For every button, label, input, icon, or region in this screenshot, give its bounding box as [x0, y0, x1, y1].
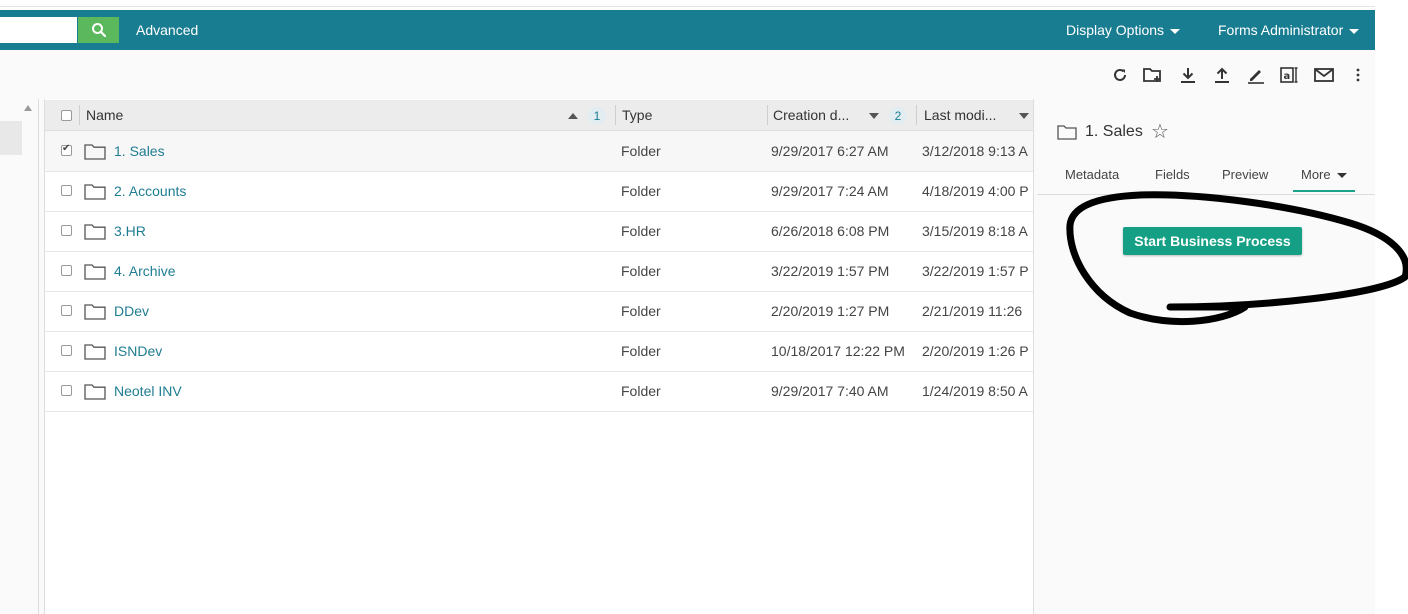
- search-icon: [91, 23, 106, 38]
- row-creation-date: 9/29/2017 6:27 AM: [771, 143, 889, 159]
- row-name-link[interactable]: 1. Sales: [114, 131, 165, 171]
- table-row[interactable]: 2. Accounts Folder 9/29/2017 7:24 AM 4/18/2…: [45, 171, 1033, 212]
- folder-icon: [84, 384, 106, 400]
- upload-icon[interactable]: [1211, 64, 1233, 86]
- table-row[interactable]: 3.HR Folder 6/26/2018 6:08 PM 3/15/2019 8:1…: [45, 211, 1033, 252]
- grid-header: Name 1 Type Creation d... 2 Last modi...: [45, 100, 1033, 131]
- details-title: 1. Sales: [1085, 123, 1143, 140]
- column-header-type[interactable]: Type: [622, 100, 762, 130]
- header-bar: Advanced Display Options Forms Administr…: [0, 10, 1375, 50]
- row-creation-date: 3/22/2019 1:57 PM: [771, 263, 890, 279]
- row-name-link[interactable]: Neotel INV: [114, 371, 182, 411]
- column-header-creation-date[interactable]: Creation d...: [773, 100, 863, 130]
- top-strip: [0, 0, 1375, 10]
- folder-icon: [84, 264, 106, 280]
- folder-icon: [84, 144, 106, 160]
- svg-text:a: a: [1284, 71, 1291, 82]
- row-type: Folder: [621, 343, 661, 359]
- tab-preview[interactable]: Preview: [1222, 167, 1268, 183]
- row-last-modified: 1/24/2019 8:50 A: [922, 383, 1028, 399]
- table-row[interactable]: DDev Folder 2/20/2019 1:27 PM 2/21/2019 11:…: [45, 291, 1033, 332]
- download-icon[interactable]: [1177, 64, 1199, 86]
- row-type: Folder: [621, 143, 661, 159]
- row-name-link[interactable]: ISNDev: [114, 331, 162, 371]
- sort-ascending-icon: [568, 113, 578, 119]
- selected-tree-item[interactable]: [0, 121, 22, 155]
- scroll-up-icon[interactable]: [24, 105, 32, 111]
- row-checkbox[interactable]: [61, 345, 72, 356]
- sort-order-badge: 1: [588, 107, 606, 125]
- table-row[interactable]: ISNDev Folder 10/18/2017 12:22 PM 2/20/2019…: [45, 331, 1033, 372]
- column-header-name[interactable]: Name: [86, 100, 526, 130]
- row-checkbox[interactable]: [61, 305, 72, 316]
- left-navigation-pane: [0, 99, 39, 614]
- tab-fields[interactable]: Fields: [1155, 167, 1190, 183]
- row-type: Folder: [621, 303, 661, 319]
- sort-descending-icon: [869, 113, 879, 119]
- row-checkbox[interactable]: [61, 185, 72, 196]
- row-last-modified: 2/21/2019 11:26: [922, 303, 1023, 319]
- details-panel: 1. Sales ☆ Metadata Fields Preview More …: [1037, 99, 1375, 614]
- folder-icon: [84, 304, 106, 320]
- row-name-link[interactable]: DDev: [114, 291, 149, 331]
- column-header-last-modified[interactable]: Last modi...: [924, 100, 1014, 130]
- display-options-menu[interactable]: Display Options: [1066, 10, 1181, 50]
- new-folder-icon[interactable]: [1142, 64, 1164, 86]
- user-menu[interactable]: Forms Administrator: [1218, 10, 1360, 50]
- row-creation-date: 9/29/2017 7:24 AM: [771, 183, 889, 199]
- row-type: Folder: [621, 223, 661, 239]
- sort-order-badge: 2: [889, 107, 907, 125]
- row-last-modified: 2/20/2019 1:26 P: [922, 343, 1029, 359]
- row-creation-date: 6/26/2018 6:08 PM: [771, 223, 890, 239]
- row-creation-date: 10/18/2017 12:22 PM: [771, 343, 905, 359]
- toolbar: a: [0, 50, 1375, 99]
- advanced-search-link[interactable]: Advanced: [136, 10, 198, 50]
- folder-icon: [1057, 125, 1077, 140]
- tab-metadata[interactable]: Metadata: [1065, 167, 1119, 183]
- folder-icon: [84, 184, 106, 200]
- email-icon[interactable]: [1313, 64, 1335, 86]
- row-name-link[interactable]: 3.HR: [114, 211, 146, 251]
- display-options-label: Display Options: [1066, 22, 1165, 38]
- column-menu-icon[interactable]: [1019, 113, 1029, 119]
- search-input[interactable]: [0, 17, 77, 43]
- text-recognition-icon[interactable]: a: [1279, 64, 1301, 86]
- folder-icon: [84, 224, 106, 240]
- row-creation-date: 9/29/2017 7:40 AM: [771, 383, 889, 399]
- row-checkbox[interactable]: [61, 385, 72, 396]
- folder-icon: [84, 344, 106, 360]
- row-type: Folder: [621, 263, 661, 279]
- chevron-down-icon: [1349, 28, 1360, 34]
- hand-drawn-annotation: [1066, 191, 1408, 326]
- row-type: Folder: [621, 183, 661, 199]
- row-last-modified: 3/12/2018 9:13 A: [922, 143, 1028, 159]
- favorite-star-icon[interactable]: ☆: [1151, 120, 1169, 142]
- more-vertical-icon[interactable]: [1347, 64, 1369, 86]
- file-grid: Name 1 Type Creation d... 2 Last modi...…: [44, 99, 1034, 614]
- row-checkbox[interactable]: [61, 265, 72, 276]
- tab-more-label: More: [1301, 167, 1331, 182]
- row-checkbox[interactable]: [61, 143, 72, 156]
- row-type: Folder: [621, 383, 661, 399]
- table-row[interactable]: 4. Archive Folder 3/22/2019 1:57 PM 3/22/20…: [45, 251, 1033, 292]
- refresh-icon[interactable]: [1109, 64, 1131, 86]
- row-creation-date: 2/20/2019 1:27 PM: [771, 303, 890, 319]
- select-all-checkbox[interactable]: [61, 110, 72, 121]
- chevron-down-icon: [1336, 173, 1347, 179]
- table-row[interactable]: Neotel INV Folder 9/29/2017 7:40 AM 1/24/20…: [45, 371, 1033, 412]
- row-last-modified: 3/15/2019 8:18 A: [922, 223, 1028, 239]
- chevron-down-icon: [1170, 28, 1181, 34]
- user-name-label: Forms Administrator: [1218, 22, 1344, 38]
- table-row[interactable]: 1. Sales Folder 9/29/2017 6:27 AM 3/12/2018…: [45, 131, 1033, 172]
- row-checkbox[interactable]: [61, 225, 72, 236]
- row-last-modified: 3/22/2019 1:57 P: [922, 263, 1029, 279]
- row-last-modified: 4/18/2019 4:00 P: [922, 183, 1029, 199]
- search-button[interactable]: [78, 17, 119, 43]
- row-name-link[interactable]: 4. Archive: [114, 251, 175, 291]
- edit-icon[interactable]: [1245, 64, 1267, 86]
- row-name-link[interactable]: 2. Accounts: [114, 171, 186, 211]
